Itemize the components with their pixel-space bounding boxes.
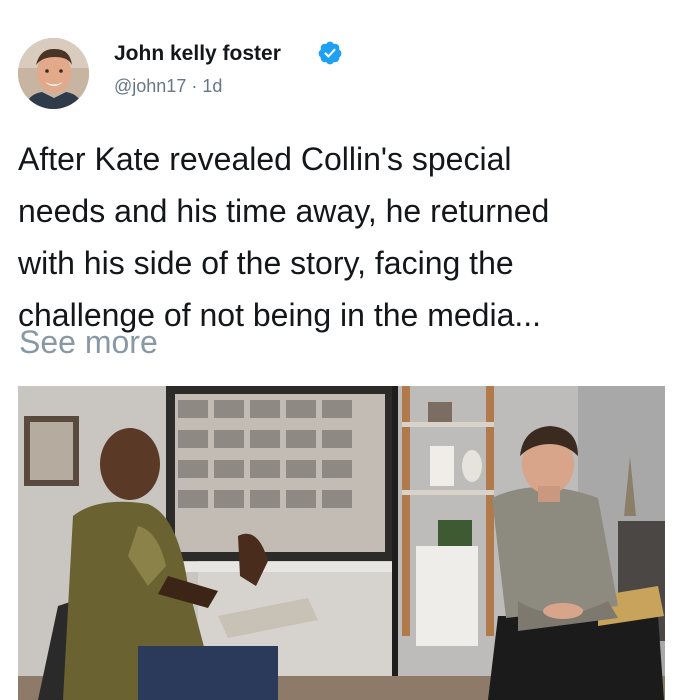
author-name[interactable]: John kelly foster [114,42,281,66]
post-media-image[interactable] [18,386,665,700]
post-text-line: needs and his time away, he returned [18,193,550,229]
see-more-link[interactable]: See more [19,324,158,361]
timestamp[interactable]: 1d [202,76,222,96]
avatar-image [18,38,89,109]
avatar[interactable] [18,38,89,109]
handle[interactable]: @john17 [114,76,186,96]
interview-photo [18,386,665,700]
post-text-line: After Kate revealed Collin's special [18,141,512,177]
post-meta: @john17 · 1d [114,76,222,97]
post-header: John kelly foster @john17 · 1d [18,38,678,110]
post-text-line: with his side of the story, facing the [18,245,514,281]
meta-separator: · [186,76,203,96]
verified-check-icon [317,40,343,66]
post-text: After Kate revealed Collin's special nee… [18,133,686,341]
